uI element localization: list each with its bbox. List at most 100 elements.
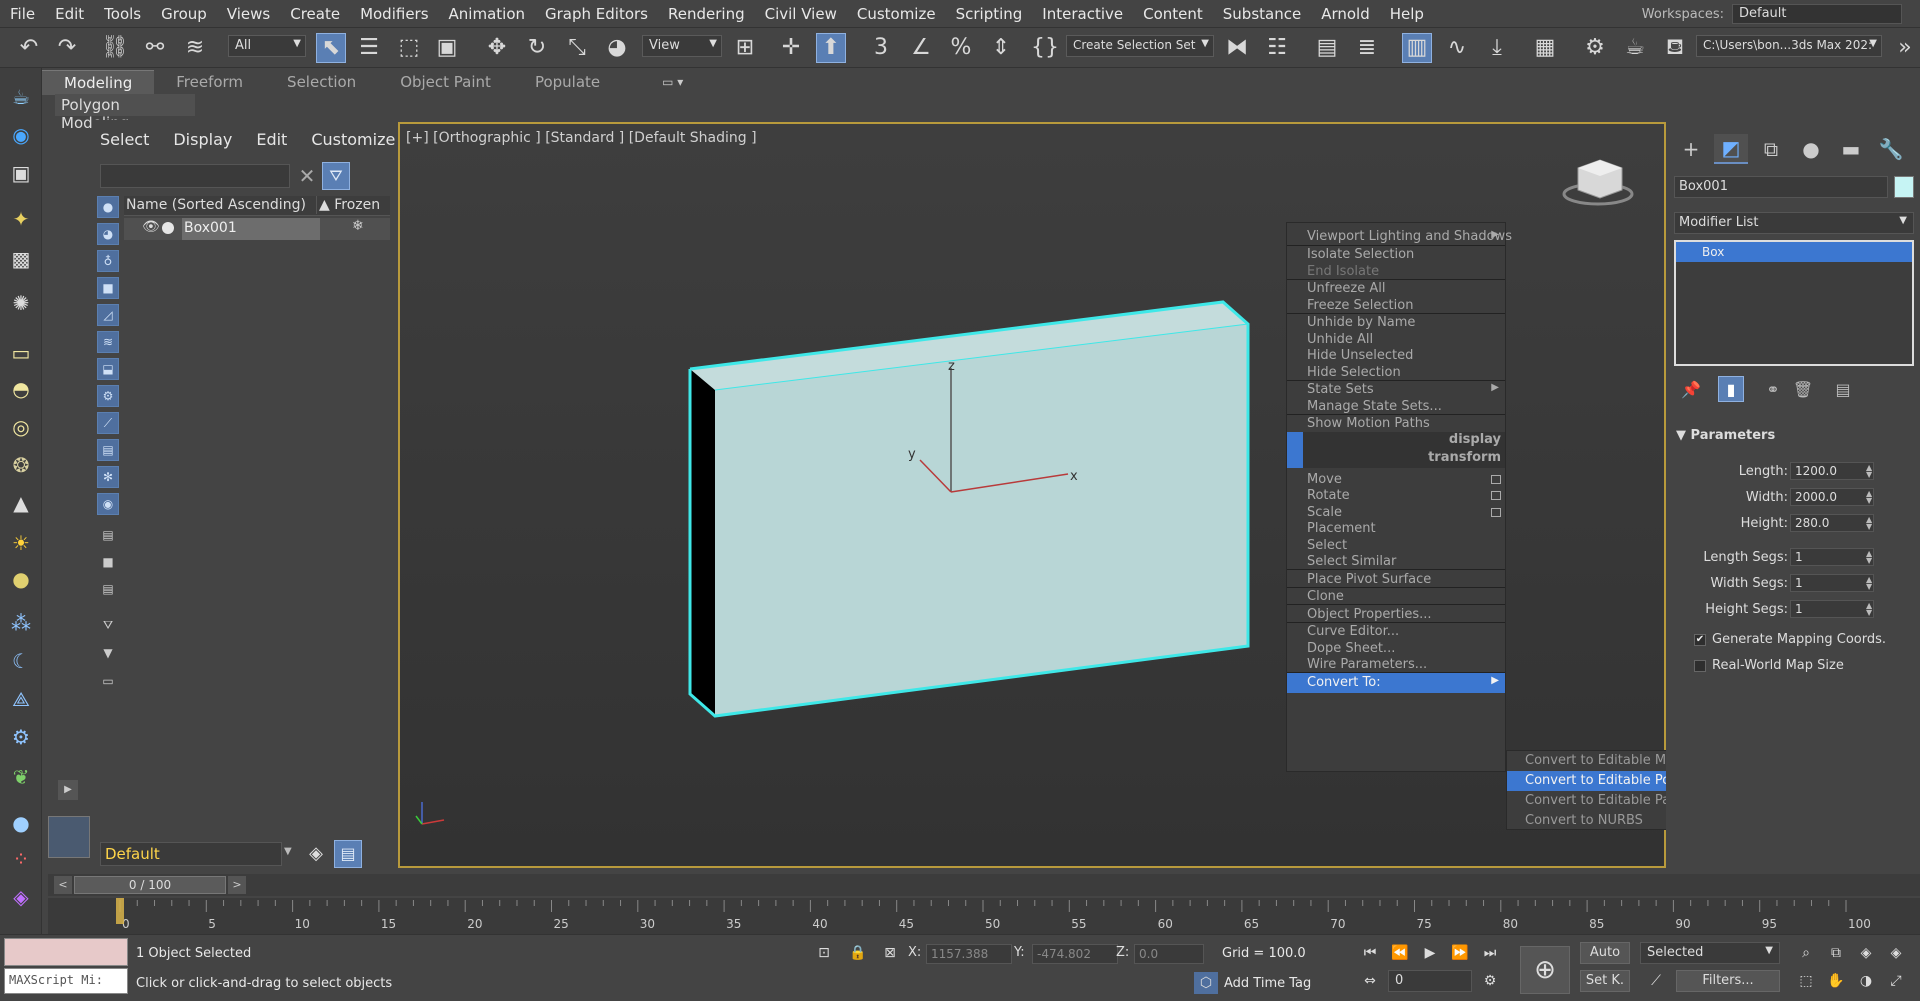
y-coordinate-field[interactable]: -474.802: [1032, 944, 1118, 964]
modifier-list-dropdown[interactable]: Modifier List ▼: [1674, 212, 1914, 234]
show-end-result-icon[interactable]: ▮: [1718, 376, 1744, 402]
dome-icon[interactable]: ◓: [6, 374, 36, 404]
workspaces-dropdown[interactable]: Default: [1732, 4, 1902, 24]
menu-rendering[interactable]: Rendering: [658, 0, 755, 28]
settings-box-icon[interactable]: [1491, 507, 1501, 517]
set-key-button[interactable]: Set K.: [1580, 970, 1630, 992]
param-value-field[interactable]: 1: [1790, 574, 1874, 592]
spinner-icon[interactable]: ▲ ▼: [1866, 602, 1872, 617]
camera-icon[interactable]: ▩: [6, 244, 36, 274]
teapot-icon[interactable]: ☕: [6, 82, 36, 112]
menu-graph-editors[interactable]: Graph Editors: [535, 0, 658, 28]
remove-modifier-icon[interactable]: 🗑: [1790, 376, 1816, 402]
edit-named-selection-icon[interactable]: {}: [1030, 33, 1060, 63]
explorer-menu-display[interactable]: Display: [173, 130, 232, 149]
window-crossing-icon[interactable]: ▣: [432, 33, 462, 63]
link-icon[interactable]: ⛓: [100, 33, 130, 63]
param-value-field[interactable]: 2000.0: [1790, 488, 1874, 506]
display-hidden-icon[interactable]: ◉: [97, 493, 119, 515]
col-frozen-header[interactable]: ▲ Frozen: [316, 196, 382, 214]
move-icon[interactable]: ✥: [482, 33, 512, 63]
modify-tab-icon[interactable]: ◩: [1714, 134, 1748, 164]
select-by-name-icon[interactable]: ☰: [354, 33, 384, 63]
percent-snap-icon[interactable]: %: [946, 33, 976, 63]
maximize-viewport-icon[interactable]: ⤢: [1884, 970, 1908, 992]
set-key-icon[interactable]: ⊕: [1520, 946, 1570, 994]
param-value-field[interactable]: 280.0: [1790, 514, 1874, 532]
scene-explorer-toggle-icon[interactable]: ▤: [1312, 33, 1342, 63]
go-to-end-icon[interactable]: ⏭: [1478, 942, 1502, 964]
display-containers-icon[interactable]: ▤: [97, 439, 119, 461]
zoom-extents-all-icon[interactable]: ◈: [1884, 942, 1908, 964]
param-value-field[interactable]: 1: [1790, 548, 1874, 566]
explorer-search-input[interactable]: [100, 164, 290, 188]
material-editor-icon[interactable]: ▦: [1530, 33, 1560, 63]
play-icon[interactable]: ▶: [1418, 942, 1442, 964]
time-config-icon[interactable]: ⚙: [1478, 970, 1502, 992]
moon-icon[interactable]: ☾: [6, 646, 36, 676]
unlink-icon[interactable]: ⚯: [140, 33, 170, 63]
viewport-layout-thumbnail[interactable]: [48, 816, 90, 858]
menu-help[interactable]: Help: [1380, 0, 1434, 28]
menu-civil-view[interactable]: Civil View: [755, 0, 847, 28]
menu-modifiers[interactable]: Modifiers: [350, 0, 438, 28]
table-row[interactable]: 👁 Box001 ❄: [124, 218, 390, 240]
ribbon-toggle-icon[interactable]: ▥: [1402, 33, 1432, 63]
key-mode-icon[interactable]: ⇔: [1358, 970, 1382, 992]
isolate-icon[interactable]: ⊡: [812, 942, 836, 964]
explorer-menu-select[interactable]: Select: [100, 130, 149, 149]
keyboard-shortcut-override-icon[interactable]: ⬆: [816, 33, 846, 63]
pin-stack-icon[interactable]: 📌: [1678, 376, 1704, 402]
display-xrefs-icon[interactable]: ⚙: [97, 385, 119, 407]
go-to-start-icon[interactable]: ⏮: [1358, 942, 1382, 964]
bind-space-warp-icon[interactable]: ≋: [180, 33, 210, 63]
menu-content[interactable]: Content: [1133, 0, 1213, 28]
frozen-snowflake-icon[interactable]: ❄: [352, 218, 364, 234]
display-all-icon[interactable]: ▤: [97, 524, 119, 546]
real-world-map-checkbox[interactable]: Real-World Map Size: [1694, 658, 1914, 676]
maxscript-listener[interactable]: [4, 938, 128, 966]
settings-box-icon[interactable]: [1491, 491, 1501, 500]
maxscript-mini-input[interactable]: MAXScript Mi:: [4, 968, 128, 994]
plant-icon[interactable]: ❦: [6, 762, 36, 792]
display-cameras-icon[interactable]: ■: [97, 277, 119, 299]
render-production-icon[interactable]: ⛾: [1660, 33, 1690, 63]
pivot-center-icon[interactable]: ⊞: [730, 33, 760, 63]
zoom-icon[interactable]: ⌕: [1794, 942, 1818, 964]
menu-substance[interactable]: Substance: [1213, 0, 1311, 28]
display-geometry-icon[interactable]: ●: [97, 196, 119, 218]
key-filter-dropdown[interactable]: Selected ▼: [1640, 942, 1780, 964]
explorer-menu-customize[interactable]: Customize: [311, 130, 395, 149]
menu-create[interactable]: Create: [280, 0, 350, 28]
layers-icon[interactable]: ◈: [302, 840, 330, 868]
pyramid-icon[interactable]: ⟁: [6, 684, 36, 714]
parameters-rollout-header[interactable]: ▼ Parameters: [1676, 428, 1906, 450]
zoom-all-icon[interactable]: ⧉: [1824, 942, 1848, 964]
add-time-tag[interactable]: Add Time Tag: [1224, 976, 1311, 991]
renderable-dot-icon[interactable]: [162, 222, 174, 234]
grid-pattern-icon[interactable]: ⁂: [6, 608, 36, 638]
quad-item-viewport-lighting-and-shadows[interactable]: Viewport Lighting and Shadows ▶: [1287, 227, 1512, 247]
plane-icon[interactable]: ▭: [6, 338, 36, 368]
auto-key-button[interactable]: Auto: [1580, 942, 1630, 964]
scale-icon[interactable]: ⤡: [562, 33, 592, 63]
quad-item-convert-to[interactable]: Convert To: ▶: [1287, 672, 1505, 693]
sun-icon[interactable]: ☀: [6, 528, 36, 558]
close-icon[interactable]: ✕: [296, 164, 318, 188]
menu-file[interactable]: File: [0, 0, 45, 28]
pan-hand-icon[interactable]: ✋: [1824, 970, 1848, 992]
time-slider-thumb[interactable]: 0 / 100: [74, 876, 226, 894]
layer-dropdown[interactable]: Default: [100, 842, 282, 866]
z-coordinate-field[interactable]: 0.0: [1134, 944, 1204, 964]
visibility-eye-icon[interactable]: 👁: [142, 219, 160, 235]
time-tag-icon[interactable]: ⬡: [1194, 972, 1218, 994]
submenu-item-convert-to-editable-mesh[interactable]: Convert to Editable Mesh: [1507, 751, 1689, 771]
menu-edit[interactable]: Edit: [45, 0, 94, 28]
menu-interactive[interactable]: Interactive: [1032, 0, 1133, 28]
play-arrow-icon[interactable]: ▶: [58, 780, 78, 800]
tab-modeling[interactable]: Modeling: [42, 69, 155, 95]
key-tangent-icon[interactable]: ⟋: [1644, 970, 1668, 992]
light-icon[interactable]: ✦: [6, 204, 36, 234]
display-frozen-icon[interactable]: ✻: [97, 466, 119, 488]
motion-tab-icon[interactable]: ●: [1794, 134, 1828, 164]
